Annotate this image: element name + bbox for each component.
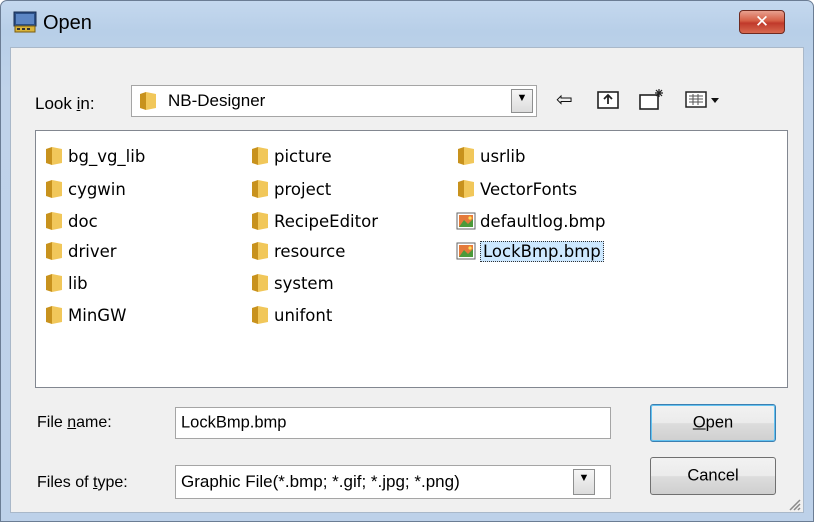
look-in-combobox[interactable]: NB-Designer ▼	[131, 85, 537, 117]
look-in-dropdown-button[interactable]: ▼	[511, 89, 533, 113]
close-button[interactable]: ✕	[739, 10, 785, 34]
file-type-label: Files of type:	[37, 474, 128, 491]
file-name: LockBmp.bmp	[480, 240, 604, 262]
file-name: RecipeEditor	[274, 211, 378, 231]
folder-icon	[458, 147, 474, 165]
file-name: picture	[274, 146, 332, 166]
file-name: lib	[68, 273, 88, 293]
folder-icon	[252, 180, 268, 198]
bitmap-file-icon	[456, 212, 476, 230]
view-menu-icon[interactable]	[684, 87, 724, 111]
open-button-label: Open	[692, 413, 734, 432]
close-icon: ✕	[754, 12, 770, 32]
folder-icon	[46, 306, 62, 324]
resize-grip-icon[interactable]	[785, 495, 801, 511]
list-item[interactable]: doc	[44, 209, 98, 233]
chevron-down-icon: ▼	[516, 92, 528, 104]
list-item-selected[interactable]: LockBmp.bmp	[456, 239, 604, 263]
list-item[interactable]: resource	[250, 239, 345, 263]
look-in-label: Look in:	[35, 94, 95, 113]
list-item[interactable]: VectorFonts	[456, 177, 577, 201]
cancel-button[interactable]: Cancel	[650, 457, 776, 495]
folder-icon	[252, 274, 268, 292]
list-item[interactable]: usrlib	[456, 144, 525, 168]
list-item[interactable]: bg_vg_lib	[44, 144, 145, 168]
list-item[interactable]: defaultlog.bmp	[456, 209, 605, 233]
folder-icon	[46, 242, 62, 260]
file-name: cygwin	[68, 179, 126, 199]
folder-icon	[458, 180, 474, 198]
back-arrow-icon[interactable]: ⇦	[556, 87, 573, 111]
folder-icon	[252, 212, 268, 230]
folder-icon	[140, 92, 156, 110]
file-name-label: File name:	[37, 414, 112, 431]
list-item[interactable]: RecipeEditor	[250, 209, 378, 233]
folder-icon	[46, 180, 62, 198]
file-name: resource	[274, 241, 346, 261]
file-type-combobox[interactable]: Graphic File(*.bmp; *.gif; *.jpg; *.png)…	[175, 465, 611, 499]
file-name: defaultlog.bmp	[480, 211, 606, 231]
file-name: usrlib	[480, 146, 526, 166]
list-item[interactable]: cygwin	[44, 177, 126, 201]
file-name: project	[274, 179, 332, 199]
bitmap-file-icon	[456, 242, 476, 260]
list-item[interactable]: project	[250, 177, 331, 201]
list-item[interactable]: MinGW	[44, 303, 126, 327]
list-item[interactable]: unifont	[250, 303, 332, 327]
file-type-dropdown-button[interactable]: ▼	[573, 469, 595, 495]
file-list[interactable]	[35, 130, 788, 388]
list-item[interactable]: picture	[250, 144, 332, 168]
file-name: driver	[68, 241, 117, 261]
file-name-input[interactable]: LockBmp.bmp	[175, 407, 611, 439]
file-name: bg_vg_lib	[68, 146, 146, 166]
folder-icon	[46, 274, 62, 292]
list-item[interactable]: lib	[44, 271, 88, 295]
folder-icon	[46, 212, 62, 230]
file-type-value: Graphic File(*.bmp; *.gif; *.jpg; *.png)	[181, 472, 460, 491]
file-name: unifont	[274, 305, 333, 325]
up-folder-icon[interactable]	[596, 87, 620, 111]
folder-icon	[46, 147, 62, 165]
file-name: VectorFonts	[480, 179, 578, 199]
folder-icon	[252, 242, 268, 260]
new-folder-icon[interactable]	[638, 87, 666, 111]
list-item[interactable]: driver	[44, 239, 117, 263]
cancel-button-label: Cancel	[687, 466, 739, 485]
file-name: system	[274, 273, 334, 293]
open-dialog: Open ✕ Look in: NB-Designer ▼ ⇦ bg_vg_li…	[0, 0, 814, 522]
file-name-value: LockBmp.bmp	[181, 413, 287, 432]
open-button[interactable]: Open	[650, 404, 776, 442]
file-name: MinGW	[68, 305, 127, 325]
file-name: doc	[68, 211, 98, 231]
folder-icon	[252, 147, 268, 165]
folder-icon	[252, 306, 268, 324]
chevron-down-icon: ▼	[578, 472, 590, 484]
app-monitor-icon	[13, 11, 37, 33]
list-item[interactable]: system	[250, 271, 334, 295]
look-in-value: NB-Designer	[168, 91, 266, 110]
title-bar[interactable]: Open ✕	[1, 1, 813, 47]
window-title: Open	[43, 12, 92, 34]
